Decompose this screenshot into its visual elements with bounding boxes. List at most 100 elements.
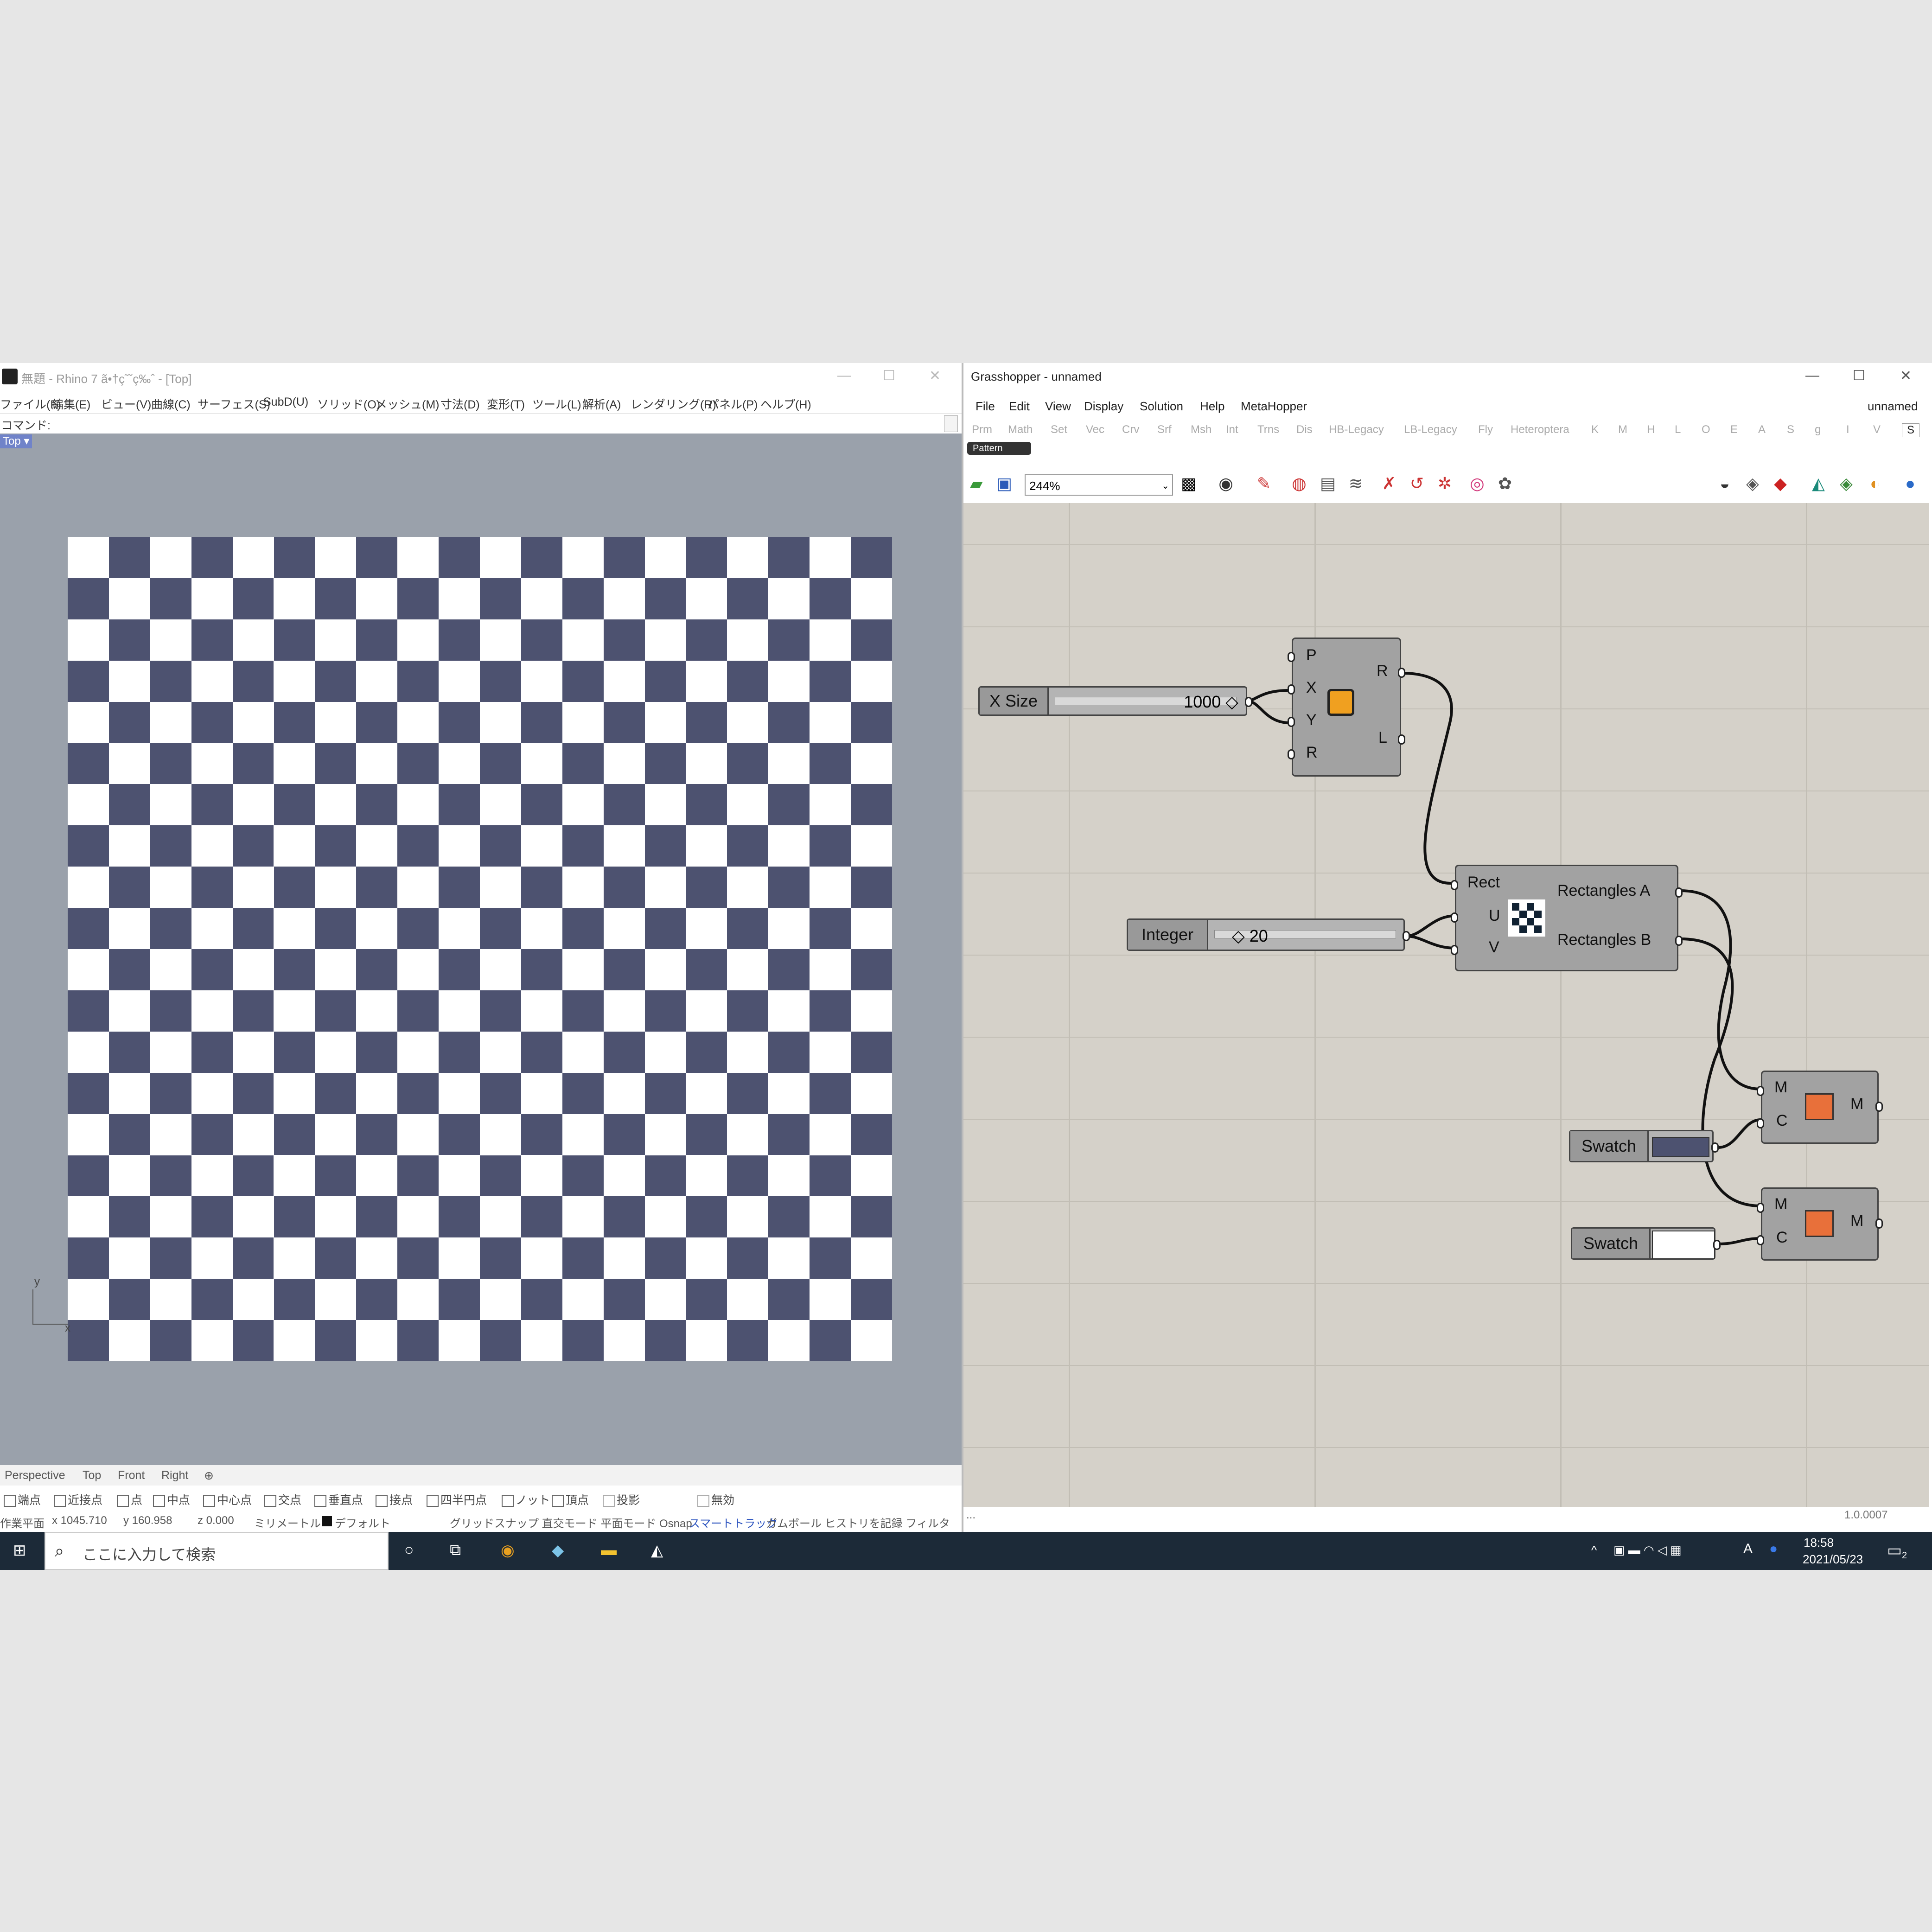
disable-solver-icon[interactable]: ✗	[1379, 473, 1399, 494]
windows-start-icon[interactable]: ⊞	[13, 1541, 26, 1560]
rhino-menu-subd[interactable]: SubD(U)	[263, 395, 308, 409]
add-viewport-icon[interactable]: ⊕	[204, 1469, 214, 1483]
preview2-grip-m[interactable]	[1757, 1203, 1764, 1213]
app-icon[interactable]: ◆	[552, 1541, 564, 1560]
clock-time[interactable]: 18:58	[1804, 1536, 1834, 1550]
preview-eye-icon[interactable]: ◉	[1216, 473, 1236, 494]
rhino-menu-render[interactable]: レンダリング(R)	[631, 395, 716, 412]
preview1-grip-m[interactable]	[1757, 1086, 1764, 1096]
swatch-1[interactable]: Swatch	[1569, 1130, 1719, 1162]
preview-wire-icon[interactable]: ◒	[1715, 473, 1735, 494]
gh-tab-k[interactable]: K	[1591, 423, 1599, 436]
tab-top[interactable]: Top	[83, 1469, 101, 1482]
preview-shaded-icon[interactable]: ◆	[1770, 473, 1791, 494]
gh-minimize-icon[interactable]: —	[1805, 368, 1819, 383]
gh-menu-metahopper[interactable]: MetaHopper	[1241, 399, 1307, 414]
rhino-menu-solid[interactable]: ソリッド(O)	[317, 395, 380, 412]
rhino-menu-mesh[interactable]: メッシュ(M)	[376, 395, 439, 412]
osnap-knot[interactable]: ノット	[502, 1491, 550, 1508]
osnap-end[interactable]: 端点	[4, 1491, 41, 1508]
gh-tab-srf[interactable]: Srf	[1157, 423, 1172, 436]
notification-icon[interactable]: ▭	[1887, 1541, 1902, 1560]
osnap-center[interactable]: 中心点	[203, 1491, 252, 1508]
rect-grip-out-r[interactable]	[1398, 668, 1405, 678]
cortana-icon[interactable]: ○	[404, 1541, 414, 1559]
gh-tab-g[interactable]: g	[1815, 423, 1821, 436]
status-layer[interactable]: デフォルト	[335, 1514, 390, 1530]
swatch2-color[interactable]	[1652, 1231, 1715, 1259]
status-smarttrack[interactable]: スマートトラック	[689, 1514, 778, 1530]
osnap-disable[interactable]: 無効	[697, 1491, 734, 1508]
preview-selected-icon[interactable]: ◈	[1836, 473, 1856, 494]
osnap-quad[interactable]: 四半円点	[427, 1491, 487, 1508]
preview2-grip-out[interactable]	[1875, 1218, 1883, 1229]
rectangle-component[interactable]: P X Y R R L	[1288, 638, 1405, 777]
rect-grip-out-l[interactable]	[1398, 734, 1405, 745]
document-preview-icon[interactable]: ◭	[1808, 473, 1829, 494]
rhino-titlebar[interactable]: 無題 - Rhino 7 ã•†ç˜ˇç‰ˆ - [Top] — ☐ ✕	[0, 363, 962, 393]
checker-grip-u[interactable]	[1451, 912, 1458, 923]
rhino-command-bar[interactable]: コマンド:	[0, 413, 962, 434]
rhino-menu-view[interactable]: ビュー(V)	[101, 395, 151, 412]
gh-tab-heteroptera[interactable]: Heteroptera	[1511, 423, 1569, 436]
integer-output-grip[interactable]	[1403, 931, 1410, 941]
canvas-widget-icon[interactable]: ▤	[1318, 473, 1338, 494]
rhino-maximize-icon[interactable]: ☐	[883, 368, 895, 384]
gh-close-icon[interactable]: ✕	[1900, 368, 1912, 384]
status-modes[interactable]: グリッドスナップ 直交モード 平面モード Osnap	[450, 1514, 692, 1530]
tab-perspective[interactable]: Perspective	[5, 1469, 65, 1482]
gh-tab-l[interactable]: L	[1675, 423, 1681, 436]
gh-menu-edit[interactable]: Edit	[1009, 399, 1030, 414]
rect-grip-x[interactable]	[1288, 684, 1295, 695]
bake-icon[interactable]: ◍	[1289, 473, 1309, 494]
preview1-grip-c[interactable]	[1757, 1118, 1764, 1129]
gh-tab-m[interactable]: M	[1618, 423, 1627, 436]
gh-tab-int[interactable]: Int	[1226, 423, 1238, 436]
gh-menu-file[interactable]: File	[976, 399, 995, 414]
viewport-label[interactable]: Top ▾	[0, 434, 32, 448]
target-icon[interactable]: ◎	[1467, 473, 1487, 494]
zoom-select[interactable]: 244% ⌄	[1025, 474, 1173, 496]
recompute-icon[interactable]: ↺	[1407, 473, 1427, 494]
custom-preview-2[interactable]: M C M	[1757, 1187, 1883, 1261]
preview-mesh-icon[interactable]: ◈	[1742, 473, 1763, 494]
swatch-2[interactable]: Swatch	[1571, 1227, 1721, 1260]
checker-grip-out-a[interactable]	[1675, 887, 1683, 898]
rhino-menu-edit[interactable]: 編集(E)	[52, 395, 90, 412]
preview2-grip-c[interactable]	[1757, 1235, 1764, 1245]
clock-date[interactable]: 2021/05/23	[1803, 1552, 1863, 1567]
tab-front[interactable]: Front	[118, 1469, 145, 1482]
sketch-pen-icon[interactable]: ✎	[1254, 473, 1274, 494]
cluster-icon[interactable]: ✲	[1435, 473, 1455, 494]
gh-tab-e[interactable]: E	[1730, 423, 1738, 436]
gh-menu-display[interactable]: Display	[1084, 399, 1123, 414]
gh-tab-i[interactable]: I	[1846, 423, 1849, 436]
top-viewport[interactable]: Top ▾ y x	[0, 434, 962, 1469]
osnap-tan[interactable]: 接点	[376, 1491, 413, 1508]
taskbar-search[interactable]: ⌕ ここに入力して検索	[45, 1532, 389, 1570]
osnap-perp[interactable]: 垂直点	[314, 1491, 363, 1508]
tray-icons[interactable]: ▣ ▬ ◠ ◁ ▦	[1613, 1543, 1682, 1557]
checker-grip-v[interactable]	[1451, 945, 1458, 955]
checker-grip-out-b[interactable]	[1675, 936, 1683, 946]
rhino-menu-surface[interactable]: サーフェス(S)	[198, 395, 270, 412]
preview1-grip-out[interactable]	[1875, 1102, 1883, 1112]
rhino-taskbar-icon[interactable]: ◭	[651, 1541, 663, 1560]
gh-menu-help[interactable]: Help	[1200, 399, 1224, 414]
gh-canvas[interactable]: X Size 1000 ◇ P X Y R R L Integer ◇ 20 R…	[963, 503, 1929, 1507]
gh-tab-vec[interactable]: Vec	[1086, 423, 1104, 436]
tray-app-icon[interactable]: ●	[1769, 1541, 1778, 1557]
osnap-project[interactable]: 投影	[603, 1491, 640, 1508]
gh-tab-o[interactable]: O	[1702, 423, 1710, 436]
gh-tab-lb-legacy[interactable]: LB-Legacy	[1404, 423, 1457, 436]
gh-tab-s-active[interactable]: S	[1902, 423, 1920, 437]
gh-tab-hb-legacy[interactable]: HB-Legacy	[1329, 423, 1384, 436]
swatch1-color[interactable]	[1652, 1137, 1709, 1157]
rhino-menu-help[interactable]: ヘルプ(H)	[760, 395, 811, 412]
gh-menu-solution[interactable]: Solution	[1140, 399, 1183, 414]
tab-right[interactable]: Right	[161, 1469, 188, 1482]
gh-tab-dis[interactable]: Dis	[1296, 423, 1313, 436]
color-wheel-icon[interactable]: ◐	[1865, 473, 1885, 494]
swatch2-grip[interactable]	[1713, 1240, 1721, 1250]
rhino-menu-dimension[interactable]: 寸法(D)	[440, 395, 480, 412]
